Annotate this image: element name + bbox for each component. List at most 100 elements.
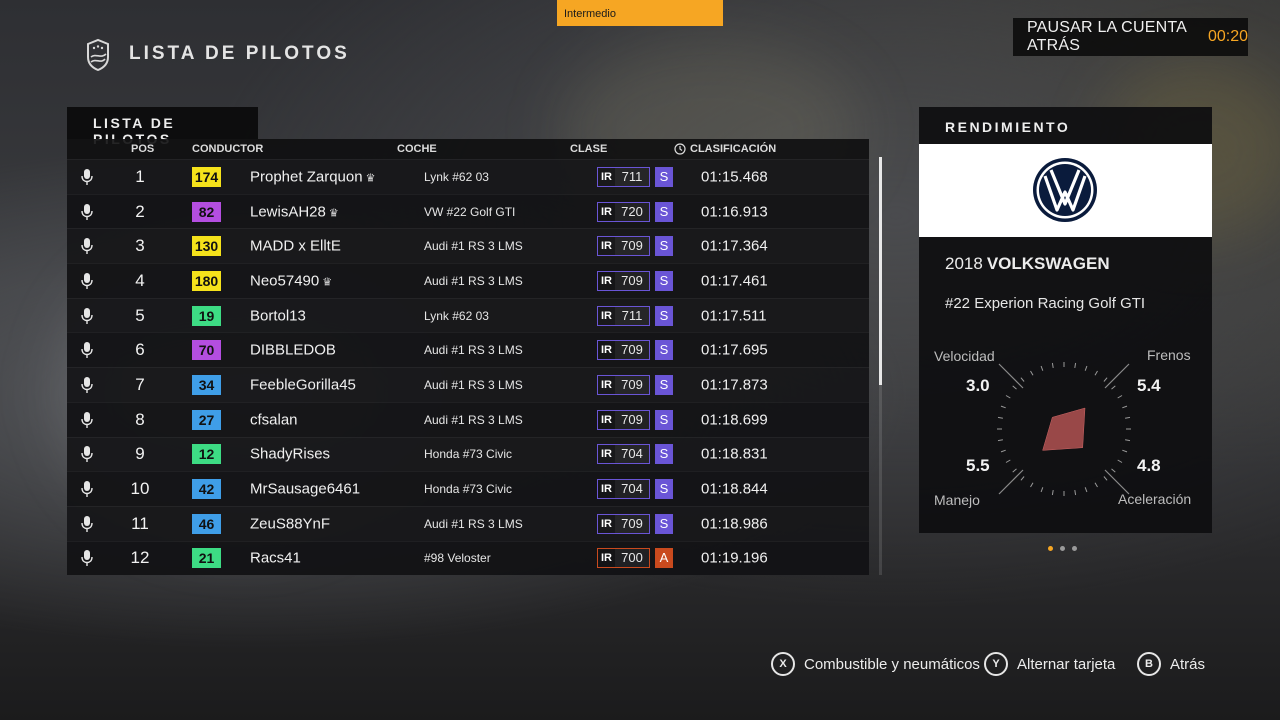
back-button[interactable]: B Atrás <box>1137 652 1205 676</box>
driver-name-label: ShadyRises <box>250 445 331 463</box>
class-letter: S <box>655 305 673 326</box>
qualifying-time: 01:17.364 <box>701 237 768 255</box>
performance-index: 709 <box>615 410 649 429</box>
pause-countdown-button[interactable]: PAUSAR LA CUENTA ATRÁS 00:20 <box>1013 18 1248 56</box>
speed-value: 3.0 <box>966 376 990 395</box>
class-badge: IR 720 <box>597 201 650 222</box>
radar-tick <box>1000 405 1006 409</box>
class-badge: IR 709 <box>597 374 650 395</box>
session-banner: Intermedio <box>557 0 723 26</box>
radar-tick <box>1125 416 1131 419</box>
volkswagen-logo-icon <box>1033 158 1097 222</box>
b-button-icon: B <box>1137 652 1161 676</box>
radar-tick <box>1012 385 1017 390</box>
class-letter: S <box>655 270 673 291</box>
driver-row[interactable]: 2 82 LewisAH28 ♛ VW #22 Golf GTI IR 720 S 01:16.… <box>67 193 869 229</box>
class-badge: IR 711 <box>597 305 650 326</box>
radar-tick <box>1084 487 1088 493</box>
position: 3 <box>135 236 145 256</box>
performance-radar-chart <box>997 362 1131 496</box>
driver-name: LewisAH28 ♛ <box>250 203 339 220</box>
driver-row[interactable]: 8 27 cfsalan Audi #1 RS 3 LMS IR 709 S 01:18.69… <box>67 401 869 437</box>
performance-index: 704 <box>615 445 649 464</box>
position: 11 <box>131 513 149 533</box>
performance-index: 709 <box>615 237 649 256</box>
performance-index: 711 <box>615 306 649 325</box>
radar-tick <box>1074 490 1077 496</box>
class-prefix: IR <box>601 483 612 496</box>
radar-tick <box>1111 468 1116 473</box>
microphone-icon <box>81 238 93 255</box>
driver-list-tab: LISTA DE PILOTOS <box>67 107 258 147</box>
driver-row[interactable]: 3 130 MADD x ElltE Audi #1 RS 3 LMS IR 709 S 01… <box>67 228 869 264</box>
class-letter: S <box>655 444 673 465</box>
microphone-icon <box>81 411 93 428</box>
driver-name-label: MrSausage6461 <box>250 480 361 498</box>
handling-value: 5.5 <box>966 456 990 475</box>
multiplayer-shield-icon <box>87 38 109 71</box>
driver-row[interactable]: 10 42 MrSausage6461 Honda #73 Civic IR 704 S 01… <box>67 471 869 506</box>
fuel-tires-label: Combustible y neumáticos <box>804 655 980 673</box>
driver-rating-badge: 21 <box>192 548 221 569</box>
braking-label: Frenos <box>1147 347 1191 363</box>
car-name: Audi #1 RS 3 LMS <box>424 239 523 254</box>
performance-index: 709 <box>615 514 649 533</box>
toggle-card-button[interactable]: Y Alternar tarjeta <box>984 652 1115 676</box>
performance-index: 711 <box>615 167 649 186</box>
driver-row[interactable]: 11 46 ZeuS88YnF Audi #1 RS 3 LMS IR 709 S 01:18… <box>67 505 869 541</box>
back-label: Atrás <box>1170 655 1206 673</box>
position: 5 <box>135 305 145 325</box>
class-badge: IR 700 <box>597 548 650 569</box>
qualifying-time: 01:18.986 <box>701 515 768 533</box>
microphone-icon <box>81 446 93 463</box>
crown-icon: ♛ <box>322 276 333 289</box>
pause-countdown-label: PAUSAR LA CUENTA ATRÁS <box>1027 19 1187 54</box>
radar-tick <box>1094 370 1098 376</box>
driver-rating-badge: 19 <box>192 305 221 326</box>
driver-row[interactable]: 12 21 Racs41 #98 Veloster IR 700 A 01:19.196 <box>67 540 869 576</box>
qualifying-time: 01:15.468 <box>701 168 768 186</box>
driver-row[interactable]: 6 70 DIBBLEDOB Audi #1 RS 3 LMS IR 709 S 01:17.… <box>67 332 869 368</box>
driver-rating-badge: 27 <box>192 409 221 430</box>
position: 4 <box>135 270 145 290</box>
qualifying-time: 01:19.196 <box>701 549 768 567</box>
radar-tick <box>1122 405 1128 409</box>
radar-tick <box>1040 365 1044 371</box>
car-model: #22 Experion Racing Golf GTI <box>945 295 1146 312</box>
column-header-class: CLASE <box>570 143 608 155</box>
car-make: VOLKSWAGEN <box>986 254 1110 273</box>
microphone-icon <box>81 342 93 359</box>
driver-row[interactable]: 5 19 Bortol13 Lynk #62 03 IR 711 S 01:17.511 <box>67 297 869 333</box>
column-header-pos: POS <box>131 143 155 155</box>
qualifying-time: 01:17.695 <box>701 341 768 359</box>
microphone-icon <box>81 481 93 498</box>
performance-index: 709 <box>615 341 649 360</box>
scrollbar-thumb[interactable] <box>879 157 882 385</box>
driver-name: cfsalan <box>250 411 298 428</box>
qualifying-time: 01:18.699 <box>701 411 768 429</box>
class-prefix: IR <box>601 344 612 357</box>
class-prefix: IR <box>601 517 612 530</box>
braking-value: 5.4 <box>1137 376 1161 395</box>
radar-tick <box>1051 362 1054 368</box>
driver-name-label: Neo57490 <box>250 272 320 290</box>
driver-rating-badge: 180 <box>192 270 221 291</box>
x-button-icon: X <box>771 652 795 676</box>
driver-rating-badge: 34 <box>192 374 221 395</box>
radar-tick <box>1040 487 1044 493</box>
fuel-tires-button[interactable]: X Combustible y neumáticos <box>771 652 980 676</box>
driver-row[interactable]: 1 174 Prophet Zarquon ♛ Lynk #62 03 IR 711 S 01:… <box>67 159 869 194</box>
position: 2 <box>135 201 145 221</box>
driver-row[interactable]: 7 34 FeebleGorilla45 Audi #1 RS 3 LMS IR 709 S… <box>67 367 869 402</box>
class-prefix: IR <box>601 309 612 322</box>
driver-row[interactable]: 9 12 ShadyRises Honda #73 Civic IR 704 S 01:18.… <box>67 436 869 472</box>
radar-tick <box>1122 449 1128 453</box>
radar-tick <box>997 416 1003 419</box>
acceleration-value: 4.8 <box>1137 456 1161 475</box>
qualifying-time: 01:18.844 <box>701 480 768 498</box>
clock-icon <box>674 143 686 155</box>
card-page-indicator <box>1048 546 1077 551</box>
class-letter: S <box>655 374 673 395</box>
car-name: Honda #73 Civic <box>424 482 513 497</box>
driver-row[interactable]: 4 180 Neo57490 ♛ Audi #1 RS 3 LMS IR 709 S 01:17… <box>67 263 869 298</box>
